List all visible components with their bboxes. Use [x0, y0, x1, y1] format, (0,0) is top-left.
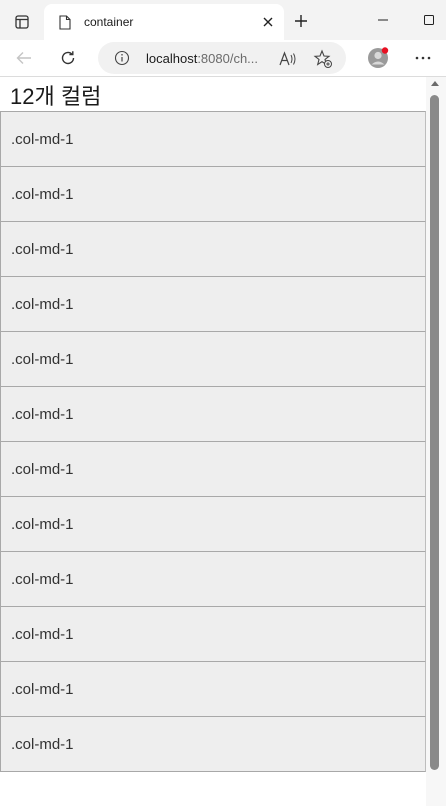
more-icon[interactable]: [410, 45, 436, 71]
title-bar: container: [0, 0, 446, 40]
grid-cell: .col-md-1: [0, 551, 426, 607]
plus-icon[interactable]: [290, 10, 312, 32]
grid-cell: .col-md-1: [0, 496, 426, 552]
vertical-scrollbar[interactable]: [426, 77, 446, 806]
address-bar[interactable]: localhost:8080/ch...: [98, 42, 346, 74]
url-text[interactable]: localhost:8080/ch...: [146, 51, 258, 66]
refresh-icon[interactable]: [54, 44, 82, 72]
close-icon[interactable]: [258, 12, 278, 32]
minimize-icon[interactable]: [370, 8, 396, 32]
grid-cell: .col-md-1: [0, 606, 426, 662]
read-aloud-icon[interactable]: [278, 49, 298, 69]
scroll-thumb[interactable]: [430, 95, 439, 770]
avatar[interactable]: [365, 45, 391, 71]
grid-cell: .col-md-1: [0, 166, 426, 222]
page-heading: 12개 컬럼: [10, 84, 102, 109]
grid-cell: .col-md-1: [0, 111, 426, 167]
tab-title: container: [84, 15, 134, 29]
grid-cell: .col-md-1: [0, 276, 426, 332]
grid-cell: .col-md-1: [0, 331, 426, 387]
url-path: :8080/ch...: [197, 51, 259, 66]
scroll-up-icon[interactable]: [431, 81, 439, 86]
tab-actions-icon[interactable]: [8, 8, 36, 36]
maximize-icon[interactable]: [416, 8, 442, 32]
info-icon[interactable]: [112, 48, 132, 68]
grid-cell: .col-md-1: [0, 386, 426, 442]
favorite-add-icon[interactable]: [312, 48, 334, 70]
document-icon: [58, 14, 72, 30]
grid-cell: .col-md-1: [0, 661, 426, 717]
column-grid: .col-md-1 .col-md-1 .col-md-1 .col-md-1 …: [0, 111, 426, 772]
browser-toolbar: localhost:8080/ch...: [0, 40, 446, 76]
grid-cell: .col-md-1: [0, 716, 426, 772]
url-host: localhost: [146, 51, 198, 66]
grid-cell: .col-md-1: [0, 441, 426, 497]
page-viewport: 12개 컬럼 .col-md-1 .col-md-1 .col-md-1 .co…: [0, 77, 426, 806]
browser-tab[interactable]: container: [44, 4, 284, 40]
back-arrow-icon[interactable]: [10, 44, 38, 72]
grid-cell: .col-md-1: [0, 221, 426, 277]
